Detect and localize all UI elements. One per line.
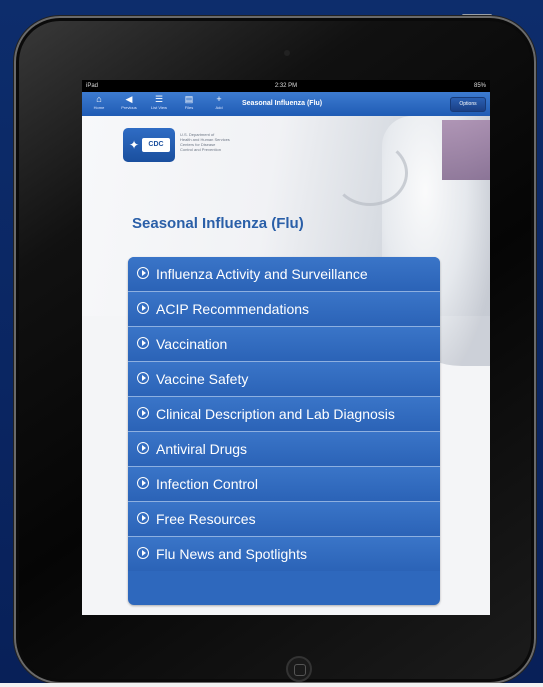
chevron-right-circle-icon xyxy=(137,372,149,384)
menu-item-label: Flu News and Spotlights xyxy=(156,546,307,562)
home-icon: ⌂ xyxy=(96,94,102,104)
ipad-screen: iPad 2:32 PM 85% ⌂ Home ◀ Previous ☰ Lis… xyxy=(82,80,490,615)
stethoscope-image xyxy=(332,140,408,206)
menu-item-label: Clinical Description and Lab Diagnosis xyxy=(156,406,395,422)
files-button-label: Files xyxy=(184,105,194,110)
home-button-label: Home xyxy=(93,105,105,110)
menu-item-label: ACIP Recommendations xyxy=(156,301,310,317)
menu-item-free-resources[interactable]: Free Resources xyxy=(128,502,440,537)
agency-line: Control and Prevention xyxy=(180,147,221,152)
chevron-right-circle-icon xyxy=(137,512,149,524)
home-toolbar-button[interactable]: ⌂ Home xyxy=(86,94,112,114)
chevron-right-circle-icon xyxy=(137,477,149,489)
topic-menu: Influenza Activity and Surveillance ACIP… xyxy=(128,257,440,605)
menu-item-infection-control[interactable]: Infection Control xyxy=(128,467,440,502)
menu-item-influenza-activity[interactable]: Influenza Activity and Surveillance xyxy=(128,257,440,292)
menu-item-clinical-description[interactable]: Clinical Description and Lab Diagnosis xyxy=(128,397,440,432)
chevron-right-circle-icon xyxy=(137,337,149,349)
add-button-label: Add xyxy=(215,105,223,110)
add-button[interactable]: + Add xyxy=(206,94,232,114)
status-bar: iPad 2:32 PM 85% xyxy=(82,80,490,92)
chevron-right-circle-icon xyxy=(137,267,149,279)
cdc-logo: ✦ CDC xyxy=(123,128,175,162)
menu-item-label: Free Resources xyxy=(156,511,256,527)
files-icon: ▤ xyxy=(184,94,194,104)
menu-item-vaccination[interactable]: Vaccination xyxy=(128,327,440,362)
cdc-logo-text: CDC xyxy=(142,138,170,152)
chevron-right-circle-icon xyxy=(137,547,149,559)
agency-name: U.S. Department of Health and Human Serv… xyxy=(180,132,260,152)
list-view-label: List View xyxy=(151,105,167,110)
menu-item-label: Antiviral Drugs xyxy=(156,441,248,457)
chevron-right-circle-icon xyxy=(137,442,149,454)
doctor-shirt-image xyxy=(442,120,490,180)
back-icon: ◀ xyxy=(125,94,133,104)
app-toolbar: ⌂ Home ◀ Previous ☰ List View ▤ Files + … xyxy=(82,92,490,117)
menu-item-label: Infection Control xyxy=(156,476,258,492)
menu-item-flu-news[interactable]: Flu News and Spotlights xyxy=(128,537,440,571)
clock-label: 2:32 PM xyxy=(274,83,298,89)
chevron-right-circle-icon xyxy=(137,407,149,419)
home-button[interactable] xyxy=(286,656,312,682)
menu-item-label: Influenza Activity and Surveillance xyxy=(156,266,368,282)
battery-label: 85% xyxy=(473,83,486,89)
bottom-edge xyxy=(0,683,543,687)
previous-button-label: Previous xyxy=(121,105,137,110)
toolbar-title: Seasonal Influenza (Flu) xyxy=(242,100,323,107)
files-button[interactable]: ▤ Files xyxy=(176,94,202,114)
hhs-eagle-icon: ✦ xyxy=(128,138,140,152)
menu-item-label: Vaccine Safety xyxy=(156,371,249,387)
page-title: Seasonal Influenza (Flu) xyxy=(132,215,304,232)
list-view-button[interactable]: ☰ List View xyxy=(146,94,172,114)
previous-button[interactable]: ◀ Previous xyxy=(116,94,142,114)
chevron-right-circle-icon xyxy=(137,302,149,314)
camera-icon xyxy=(284,50,290,56)
list-icon: ☰ xyxy=(154,94,164,104)
menu-item-antiviral-drugs[interactable]: Antiviral Drugs xyxy=(128,432,440,467)
menu-item-label: Vaccination xyxy=(156,336,228,352)
plus-icon: + xyxy=(216,94,222,104)
options-button[interactable]: Options xyxy=(450,97,486,112)
menu-item-vaccine-safety[interactable]: Vaccine Safety xyxy=(128,362,440,397)
menu-item-acip-recommendations[interactable]: ACIP Recommendations xyxy=(128,292,440,327)
